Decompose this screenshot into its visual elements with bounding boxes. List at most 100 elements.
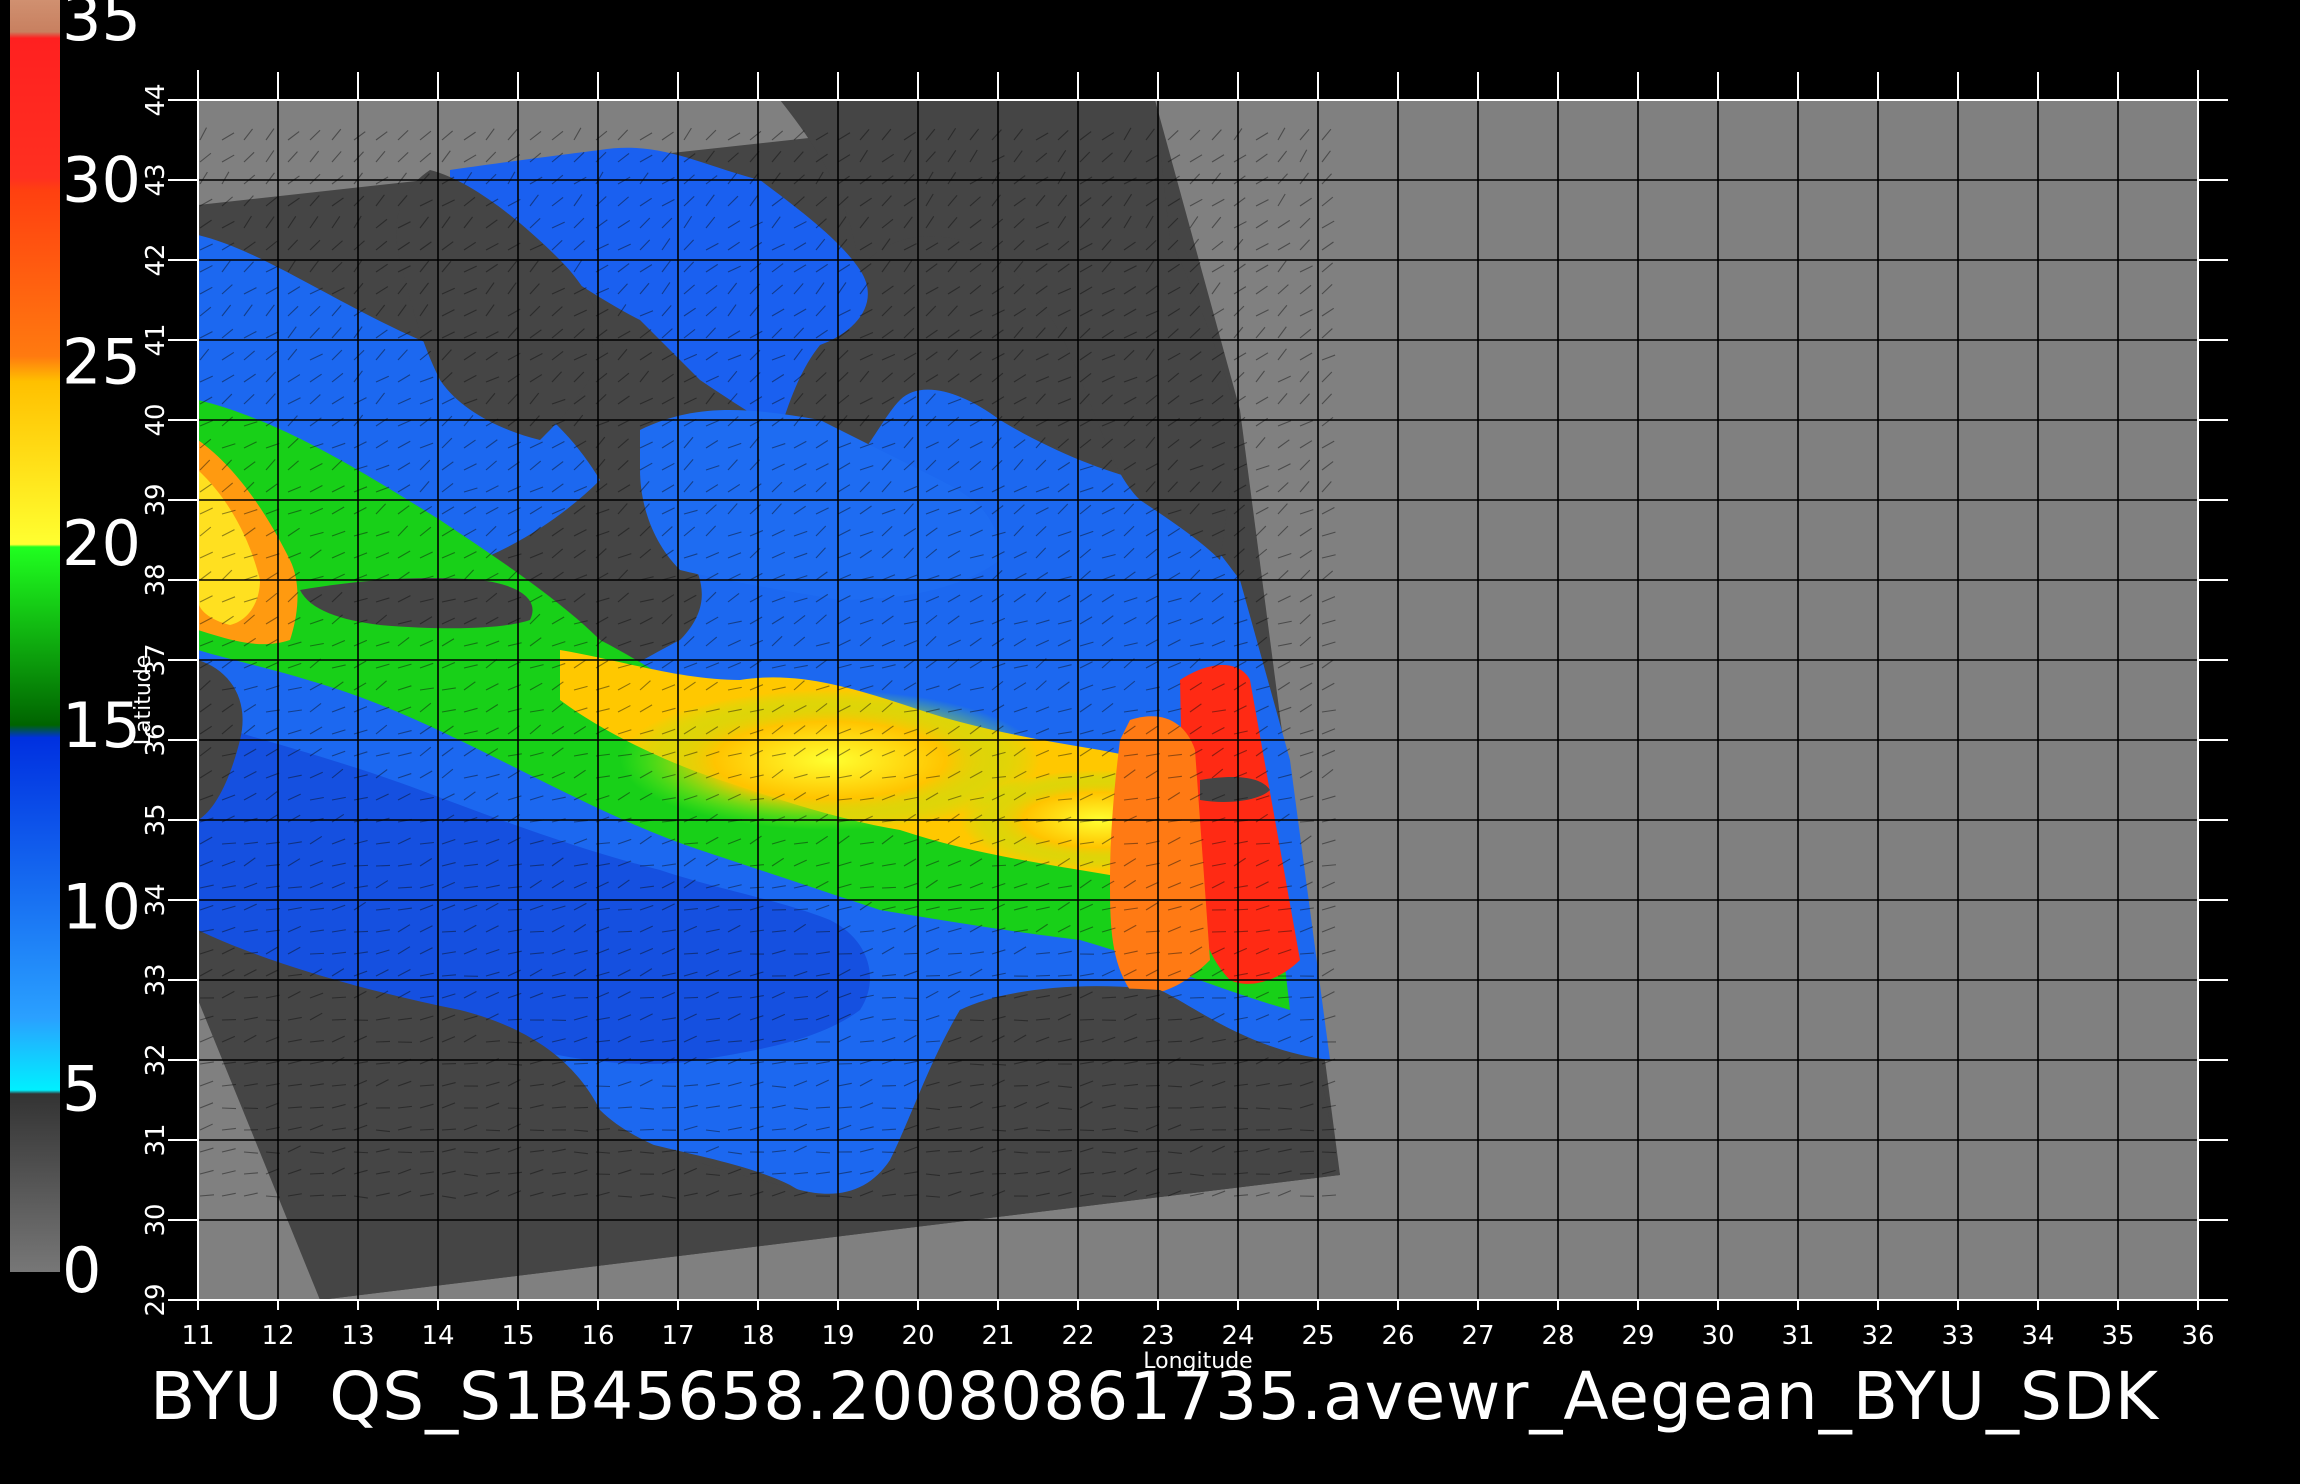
y-tick-label-34: 34 (141, 883, 171, 916)
wind-vector (1256, 843, 1270, 844)
x-tick-label-16: 16 (581, 1321, 614, 1351)
x-tick-label-32: 32 (1861, 1321, 1894, 1351)
colorbar-label-30: 30 (62, 144, 141, 217)
wind-vector (1080, 1019, 1094, 1020)
x-tick-label-36: 36 (2181, 1321, 2214, 1351)
x-tick-label-29: 29 (1621, 1321, 1654, 1351)
wind-vector (310, 1107, 324, 1108)
x-tick-label-26: 26 (1381, 1321, 1414, 1351)
wind-vector (992, 865, 1006, 866)
y-tick-label-30: 30 (141, 1203, 171, 1236)
wind-vector (1058, 1129, 1072, 1130)
wind-vector (332, 1019, 346, 1020)
wind-vector (1234, 931, 1248, 932)
wind-vector (948, 953, 962, 954)
wind-vector (574, 1107, 588, 1108)
wind-vector (398, 887, 412, 888)
colorbar-label-0: 0 (62, 1234, 101, 1307)
colorbar-label-15: 15 (62, 689, 141, 762)
wind-vector (420, 1151, 434, 1152)
product-filename: QS_S1B45658.20080861735.avewr_Aegean_BYU… (329, 1358, 2159, 1435)
x-tick-label-11: 11 (181, 1321, 214, 1351)
y-tick-label-43: 43 (141, 163, 171, 196)
wind-vector (310, 953, 324, 954)
wind-vector (640, 1129, 654, 1130)
wind-vector (1234, 909, 1248, 910)
x-tick-label-13: 13 (341, 1321, 374, 1351)
x-tick-label-34: 34 (2021, 1321, 2054, 1351)
wind-vector (1234, 1108, 1248, 1109)
x-tick-label-28: 28 (1541, 1321, 1574, 1351)
wind-vector (662, 1107, 676, 1108)
y-tick-label-32: 32 (141, 1043, 171, 1076)
wind-vector (1168, 1086, 1182, 1087)
wind-vector (332, 1195, 346, 1196)
colorbar-label-35: 35 (62, 0, 141, 55)
wind-vector (992, 1173, 1006, 1174)
wind-vector (376, 865, 390, 866)
wind-vector (508, 909, 522, 910)
wind-vector (1124, 843, 1138, 844)
wind-vector (904, 1020, 918, 1021)
wind-vector (1300, 1019, 1314, 1020)
product-caption: BYU QS_S1B45658.20080861735.avewr_Aegean_… (150, 1358, 2159, 1435)
wind-vector (354, 931, 368, 932)
wind-vector (728, 909, 742, 910)
x-tick-label-33: 33 (1941, 1321, 1974, 1351)
map-view: 1112131415161718192021222324252627282930… (0, 0, 2300, 1480)
wind-vector (1300, 1130, 1314, 1131)
colorbar-label-25: 25 (62, 325, 141, 398)
wind-vector (618, 931, 632, 932)
wind-vector (354, 865, 368, 866)
x-tick-label-19: 19 (821, 1321, 854, 1351)
x-tick-label-24: 24 (1221, 1321, 1254, 1351)
colorbar-label-10: 10 (62, 871, 141, 944)
x-tick-label-30: 30 (1701, 1321, 1734, 1351)
y-tick-label-38: 38 (141, 563, 171, 596)
y-tick-label-40: 40 (141, 403, 171, 436)
source-label: BYU (150, 1358, 283, 1435)
y-tick-label-41: 41 (141, 323, 171, 356)
x-tick-label-22: 22 (1061, 1321, 1094, 1351)
y-tick-label-31: 31 (141, 1123, 171, 1156)
wind-vector (376, 1041, 390, 1042)
wind-vector (816, 931, 830, 932)
wind-vector (640, 997, 654, 998)
y-tick-label-39: 39 (141, 483, 171, 516)
colorbar-label-20: 20 (62, 507, 141, 580)
y-tick-label-35: 35 (141, 803, 171, 836)
y-axis-label: Latitude (131, 655, 156, 746)
x-tick-label-14: 14 (421, 1321, 454, 1351)
wind-vector (398, 1152, 412, 1153)
x-tick-label-17: 17 (661, 1321, 694, 1351)
ocean-orange-east (1110, 716, 1210, 994)
x-tick-label-21: 21 (981, 1321, 1014, 1351)
swath-layer (198, 100, 1340, 1300)
wind-map-svg: 1112131415161718192021222324252627282930… (0, 0, 2300, 1480)
wind-vector (882, 887, 896, 888)
y-tick-label-29: 29 (141, 1283, 171, 1316)
wind-vector (420, 1129, 434, 1130)
wind-vector (310, 1173, 324, 1174)
wind-vector (1080, 1130, 1094, 1131)
x-tick-label-18: 18 (741, 1321, 774, 1351)
x-tick-label-27: 27 (1461, 1321, 1494, 1351)
x-tick-label-15: 15 (501, 1321, 534, 1351)
wind-vector (508, 1019, 522, 1020)
wind-vector (1322, 1152, 1336, 1153)
wind-vector (354, 1152, 368, 1153)
colorbar-label-5: 5 (62, 1052, 101, 1125)
x-tick-label-23: 23 (1141, 1321, 1174, 1351)
wind-vector (1036, 975, 1050, 976)
y-tick-label-44: 44 (141, 83, 171, 116)
wind-vector (442, 931, 456, 932)
x-tick-label-31: 31 (1781, 1321, 1814, 1351)
wind-vector (530, 1130, 544, 1131)
x-tick-label-25: 25 (1301, 1321, 1334, 1351)
wind-vector (1168, 1019, 1182, 1020)
wind-vector (1300, 1173, 1314, 1174)
wind-vector (574, 1063, 588, 1064)
y-tick-label-33: 33 (141, 963, 171, 996)
wind-vector (530, 931, 544, 932)
wind-vector (222, 1108, 236, 1109)
